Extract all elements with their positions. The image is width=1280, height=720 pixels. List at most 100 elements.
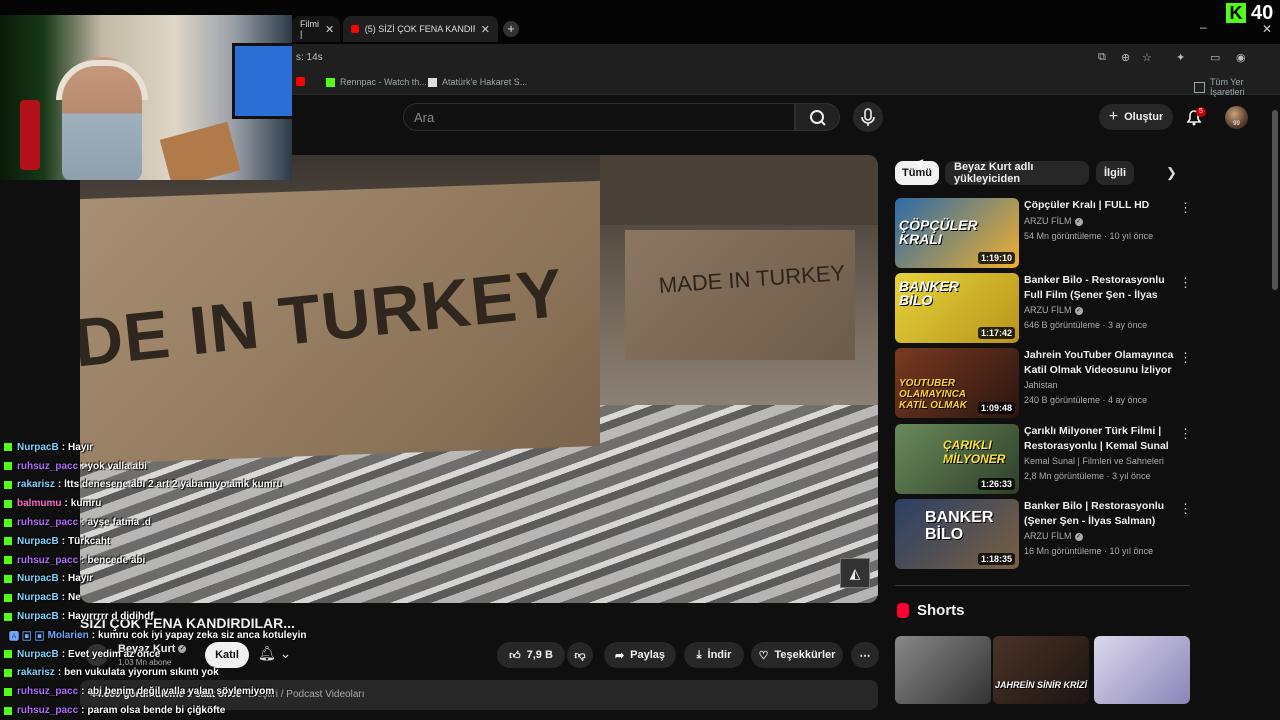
kick-badge-icon — [4, 443, 12, 452]
chat-username[interactable]: NurpacB — [17, 442, 59, 453]
channel-name[interactable]: ARZU FİLM ✓ — [1024, 305, 1083, 315]
sidebar-icon[interactable]: ▭ — [1210, 51, 1220, 64]
install-app-icon[interactable]: ⧉ — [1098, 51, 1106, 64]
browser-tab-active[interactable]: (5) SİZİ ÇOK FENA KANDIRDILAR ✕ — [343, 16, 498, 42]
channel-name[interactable]: Jahistan — [1024, 380, 1058, 390]
chat-message: ruhsuz_pacc: ayşe fatma .d — [4, 513, 304, 532]
chat-text: kumru — [70, 498, 102, 510]
chat-username[interactable]: ruhsuz_pacc — [17, 686, 78, 697]
more-options-icon[interactable]: ⋮ — [1179, 200, 1192, 216]
chip-label: Tümü — [902, 167, 932, 179]
chat-username[interactable]: NurpacB — [17, 649, 59, 660]
chat-username[interactable]: rakarisz — [17, 667, 55, 678]
chat-message: ruhsuz_pacc: abi benim değil valla yalan … — [4, 682, 304, 701]
video-title[interactable]: Jahrein YouTuber Olamayınca Katil Olmak … — [1024, 348, 1174, 377]
chat-text: ayşe fatma .d — [87, 517, 151, 529]
recommendation-item[interactable]: ÇÖPÇÜLER KRALI 1:19:10 Çöpçüler Kralı | … — [895, 198, 1192, 268]
new-tab-button[interactable]: + — [503, 21, 519, 37]
all-bookmarks[interactable]: Tüm Yer İşaretleri — [1194, 77, 1280, 97]
chat-username[interactable]: ruhsuz_pacc — [17, 555, 78, 566]
like-button[interactable]: 👍︎ 7,9 B — [497, 642, 565, 668]
zoom-icon[interactable]: ⊕ — [1121, 51, 1130, 64]
tab-label: (5) SİZİ ÇOK FENA KANDIRDILAR — [364, 24, 475, 34]
video-title[interactable]: Çöpçüler Kralı | FULL HD — [1024, 198, 1174, 213]
short-thumbnail[interactable] — [895, 636, 991, 704]
chat-message: NurpacB: Türkcaht — [4, 532, 304, 551]
search-input[interactable]: Ara — [403, 103, 795, 131]
recommendation-item[interactable]: YOUTUBER OLAMAYINCA KATİL OLMAK 1:09:48 … — [895, 348, 1192, 418]
like-count: 7,9 B — [526, 649, 553, 661]
channel-watermark-icon[interactable]: ◭ — [840, 558, 870, 588]
share-button[interactable]: ➦ Paylaş — [604, 642, 676, 668]
chat-username[interactable]: NurpacB — [17, 573, 59, 584]
close-tab-icon[interactable]: ✕ — [481, 23, 490, 36]
more-actions-button[interactable]: ⋯ — [851, 642, 879, 668]
video-title[interactable]: Çarıklı Milyoner Türk Filmi | Restorasyo… — [1024, 424, 1174, 454]
account-avatar[interactable]: 99 — [1225, 106, 1248, 129]
video-title[interactable]: Banker Bilo | Restorasyonlu (Şener Şen -… — [1024, 499, 1174, 528]
chat-message: rakarisz: ltts denesene abı 2 art 2 yabam… — [4, 476, 304, 495]
more-options-icon[interactable]: ⋮ — [1179, 501, 1192, 517]
video-thumbnail[interactable]: BANKER BİLO 1:17:42 — [895, 273, 1019, 343]
channel-name[interactable]: ARZU FİLM ✓ — [1024, 531, 1083, 541]
more-options-icon[interactable]: ⋮ — [1179, 275, 1192, 291]
minimize-window-icon[interactable]: – — [1200, 20, 1207, 34]
chat-text: Hayır — [68, 573, 94, 585]
short-thumbnail[interactable] — [1094, 636, 1190, 704]
chat-username[interactable]: Molarien — [48, 630, 89, 641]
close-tab-icon[interactable]: ✕ — [325, 23, 334, 36]
search-button[interactable] — [795, 103, 840, 131]
more-options-icon[interactable]: ⋮ — [1179, 350, 1192, 366]
bookmark-youtube[interactable] — [296, 77, 305, 86]
chat-username[interactable]: NurpacB — [17, 611, 59, 622]
bookmark-item[interactable]: Atatürk'e Hakaret S... — [428, 77, 527, 87]
thanks-button[interactable]: ♡ Teşekkürler — [751, 642, 843, 668]
chevron-right-icon[interactable]: ❯ — [1166, 165, 1177, 181]
chat-message: ruhsuz_pacc: param olsa bende bi çiğköfte — [4, 701, 304, 720]
create-button[interactable]: + Oluştur — [1099, 104, 1173, 130]
webcam-overlay — [0, 15, 292, 180]
chat-username[interactable]: NurpacB — [17, 536, 59, 547]
plus-icon: + — [1108, 108, 1119, 125]
chat-username[interactable]: ruhsuz_pacc — [17, 461, 78, 472]
more-horizontal-icon: ⋯ — [859, 649, 871, 662]
dislike-button[interactable]: 👎︎ — [567, 642, 593, 668]
recommendation-item[interactable]: BANKER BİLO 1:18:35 Banker Bilo | Restor… — [895, 499, 1192, 569]
video-thumbnail[interactable]: ÇARIKLI MİLYONER 1:26:33 — [895, 424, 1019, 494]
recommendation-item[interactable]: ÇARIKLI MİLYONER 1:26:33 Çarıklı Milyone… — [895, 424, 1192, 494]
video-thumbnail[interactable]: BANKER BİLO 1:18:35 — [895, 499, 1019, 569]
chat-username[interactable]: NurpacB — [17, 592, 59, 603]
chip-all[interactable]: Tümü — [895, 161, 939, 185]
thumbnail-text: BANKER BİLO — [899, 278, 959, 308]
channel-name[interactable]: Kemal Sunal | Filmleri ve Sahneleri — [1024, 456, 1164, 466]
voice-search-button[interactable] — [853, 102, 883, 132]
recommendation-item[interactable]: BANKER BİLO 1:17:42 Banker Bilo - Restor… — [895, 273, 1192, 343]
profile-icon[interactable]: ◉ — [1236, 51, 1246, 64]
chat-username[interactable]: ruhsuz_pacc — [17, 517, 78, 528]
chip-from-uploader[interactable]: Beyaz Kurt adlı yükleyiciden — [945, 161, 1089, 185]
duration-badge: 1:17:42 — [977, 327, 1015, 339]
video-thumbnail[interactable]: YOUTUBER OLAMAYINCA KATİL OLMAK 1:09:48 — [895, 348, 1019, 418]
all-bookmarks-label: Tüm Yer İşaretleri — [1209, 77, 1245, 97]
short-thumbnail[interactable]: JAHREİN SİNİR KRİZİ — [993, 636, 1089, 704]
channel-name[interactable]: ARZU FİLM ✓ — [1024, 216, 1083, 226]
channel-label: Kemal Sunal | Filmleri ve Sahneleri — [1024, 456, 1164, 466]
page-scrollbar[interactable] — [1272, 110, 1278, 290]
chat-separator: : — [61, 441, 66, 453]
channel-label: ARZU FİLM — [1024, 305, 1072, 315]
close-window-icon[interactable]: ✕ — [1262, 22, 1272, 36]
download-button[interactable]: ⤓ İndir — [684, 642, 744, 668]
video-title[interactable]: Banker Bilo - Restorasyonlu Full Film (Ş… — [1024, 273, 1174, 303]
video-thumbnail[interactable]: ÇÖPÇÜLER KRALI 1:19:10 — [895, 198, 1019, 268]
chat-username[interactable]: balmumu — [17, 498, 61, 509]
chat-text: ltts denesene abı 2 art 2 yabamıyo amk k… — [64, 479, 283, 491]
extensions-icon[interactable]: ✦ — [1176, 51, 1185, 64]
bookmark-item[interactable]: Rennpac - Watch th... — [326, 77, 427, 87]
chat-username[interactable]: rakarisz — [17, 479, 55, 490]
browser-tab[interactable]: Filmi | ✕ — [292, 16, 340, 42]
more-options-icon[interactable]: ⋮ — [1179, 426, 1192, 442]
chip-related[interactable]: İlgili — [1096, 161, 1134, 185]
chat-username[interactable]: ruhsuz_pacc — [17, 705, 78, 716]
chat-message: ruhsuz_pacc: yok valla abi — [4, 457, 304, 476]
bookmark-star-icon[interactable]: ☆ — [1142, 51, 1152, 64]
